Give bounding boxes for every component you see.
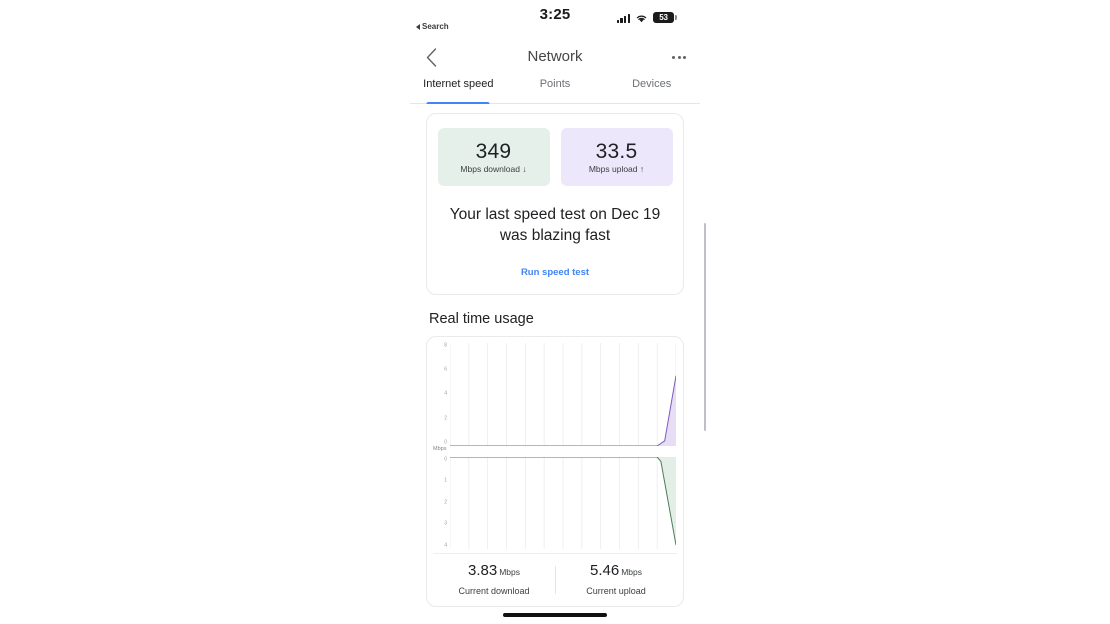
download-chart-y-axis: 0 1 2 3 4 — [433, 457, 449, 549]
tab-devices[interactable]: Devices — [603, 76, 700, 103]
overflow-dot — [682, 55, 686, 59]
download-speed-tile: 349 Mbps download ↓ — [437, 128, 550, 186]
y-axis-tick: 0 — [444, 439, 447, 446]
current-upload-unit: Mbps — [621, 566, 642, 577]
y-axis-tick: 6 — [444, 366, 447, 373]
upload-chart-y-axis: 8 6 4 2 0 — [433, 343, 449, 446]
nav-bar: Network — [410, 40, 700, 76]
real-time-usage-title: Real time usage — [429, 310, 534, 327]
y-axis-tick: 2 — [444, 499, 447, 506]
tab-label: Points — [539, 78, 571, 90]
cellular-signal-icon — [616, 13, 630, 23]
overflow-menu-button[interactable] — [666, 44, 692, 70]
back-to-app-indicator[interactable]: Search — [416, 22, 449, 31]
current-upload-value: 5.46 — [590, 561, 620, 579]
current-upload-caption: Current upload — [586, 585, 646, 596]
chart-unit-label: Mbps — [433, 445, 447, 452]
current-stats-row: 3.83 Mbps Current download 5.46 Mbps Curre… — [433, 552, 677, 606]
speed-metrics-row: 349 Mbps download ↓ 33.5 Mbps upload ↑ — [437, 128, 673, 186]
tab-internet-speed[interactable]: Internet speed — [410, 76, 507, 103]
page-title: Network — [527, 48, 583, 65]
tab-label: Devices — [632, 78, 672, 90]
vertical-scrollbar[interactable] — [703, 223, 706, 431]
status-bar-indicators: 53 — [616, 12, 677, 23]
upload-speed-tile: 33.5 Mbps upload ↑ — [560, 128, 673, 186]
y-axis-tick: 4 — [444, 542, 447, 549]
download-speed-value: 349 — [475, 139, 512, 163]
phone-viewport: 3:25 Search 53 Network Internet speed Po… — [410, 0, 706, 624]
download-chart-plot — [450, 456, 676, 549]
current-download-stat: 3.83 Mbps Current download — [433, 554, 555, 606]
tab-label: Internet speed — [423, 78, 494, 90]
current-download-unit: Mbps — [499, 566, 520, 577]
upload-usage-chart: 8 6 4 2 0 — [433, 342, 677, 446]
chart-unit-row: Mbps — [433, 446, 677, 457]
upload-chart-plot — [450, 342, 676, 446]
triangle-left-icon — [416, 23, 420, 30]
y-axis-tick: 4 — [444, 390, 447, 397]
current-download-value-wrap: 3.83 Mbps — [433, 563, 555, 578]
y-axis-tick: 1 — [444, 477, 447, 484]
current-download-caption: Current download — [458, 585, 530, 596]
y-axis-tick: 2 — [444, 415, 447, 422]
battery-icon: 53 — [653, 12, 677, 23]
upload-speed-label: Mbps upload ↑ — [588, 163, 645, 174]
status-bar: 3:25 Search 53 — [410, 0, 700, 40]
download-speed-label: Mbps download ↓ — [460, 163, 527, 174]
current-upload-value-wrap: 5.46 Mbps — [555, 563, 677, 578]
overflow-dot — [672, 55, 676, 59]
screen-root: 3:25 Search 53 Network Internet speed Po… — [0, 0, 1110, 624]
y-axis-tick: 0 — [444, 456, 447, 463]
tab-bar: Internet speed Points Devices — [410, 76, 700, 104]
current-download-value: 3.83 — [468, 561, 498, 579]
back-to-app-label: Search — [422, 22, 449, 31]
y-axis-tick: 8 — [444, 342, 447, 349]
current-upload-stat: 5.46 Mbps Current upload — [555, 554, 677, 606]
run-speed-test-link[interactable]: Run speed test — [437, 267, 673, 278]
scroll-content: 349 Mbps download ↓ 33.5 Mbps upload ↑ Y… — [410, 113, 706, 607]
wifi-icon — [635, 13, 648, 23]
download-usage-chart: 0 1 2 3 4 — [433, 456, 677, 549]
battery-percent-label: 53 — [659, 12, 668, 22]
upload-speed-value: 33.5 — [595, 139, 638, 163]
tab-points[interactable]: Points — [507, 76, 604, 103]
real-time-usage-card: 86420 Mbps 01234 3.83 Mbps Current downl… — [426, 335, 684, 607]
overflow-dot — [677, 55, 681, 59]
speed-test-headline: Your last speed test on Dec 19 was blazi… — [449, 206, 661, 244]
home-indicator — [503, 613, 607, 617]
y-axis-tick: 3 — [444, 520, 447, 527]
speed-test-card: 349 Mbps download ↓ 33.5 Mbps upload ↑ Y… — [426, 113, 684, 295]
